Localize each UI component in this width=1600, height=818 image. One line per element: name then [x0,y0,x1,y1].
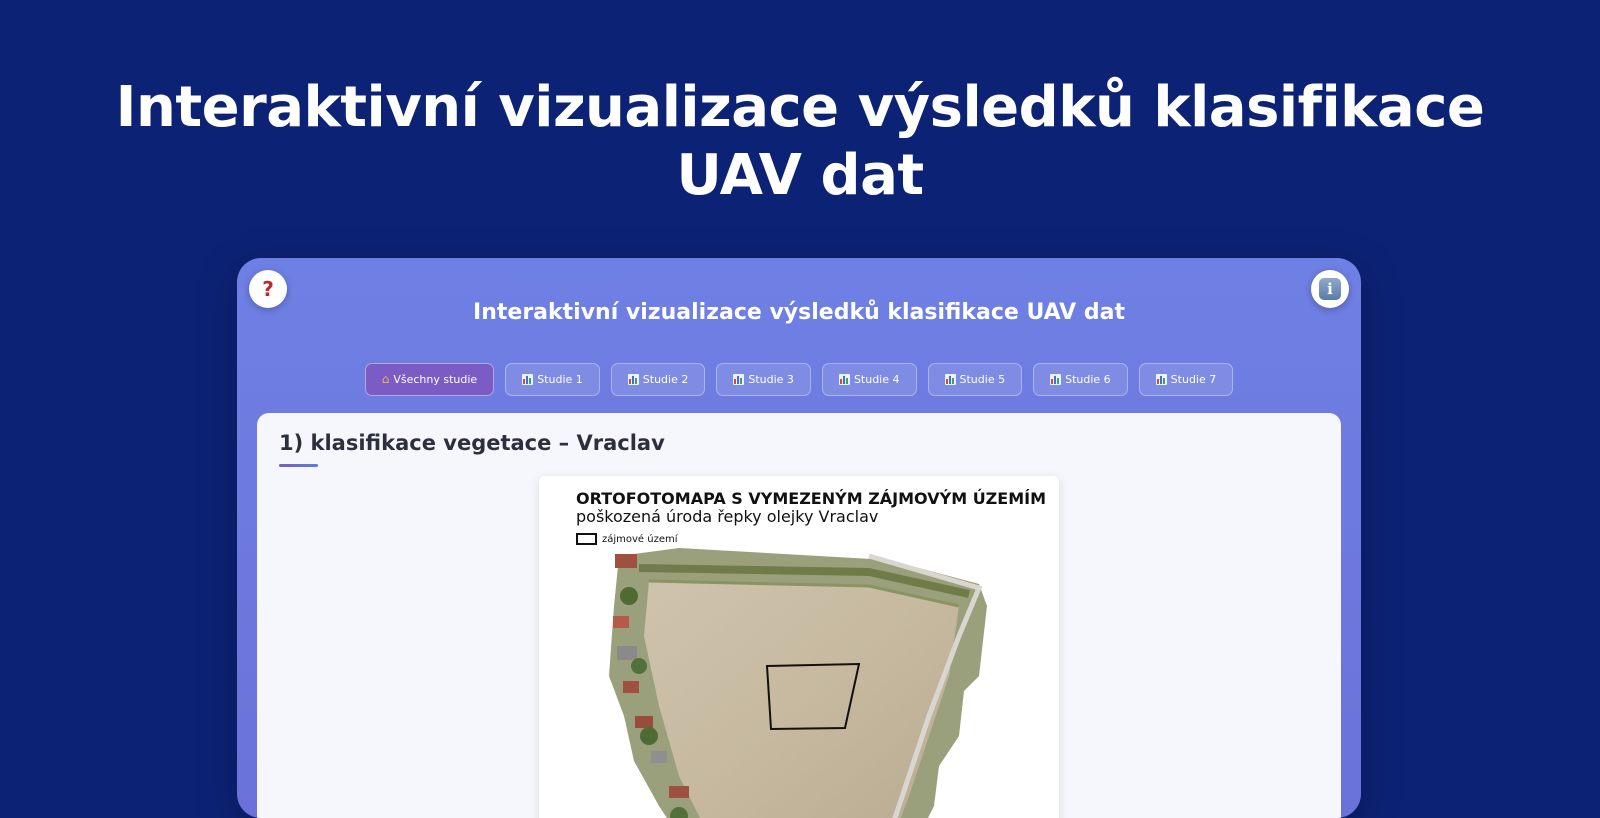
home-icon: ⌂ [381,372,390,386]
bar-chart-icon [1050,374,1062,385]
app-window: ? i Interaktivní vizualizace výsledků kl… [237,258,1361,818]
question-mark-icon: ? [262,277,274,301]
section-underline [279,464,318,467]
tab-label: Studie 6 [1065,373,1111,386]
info-icon: i [1319,278,1341,300]
app-title: Interaktivní vizualizace výsledků klasif… [473,300,1125,325]
content-panel: 1) klasifikace vegetace – Vraclav ORTOFO… [257,413,1341,818]
tab-label: Studie 1 [537,373,583,386]
orthophoto-map-card[interactable]: ORTOFOTOMAPA S VYMEZENÝM ZÁJMOVÝM ÚZEMÍM… [539,476,1059,818]
orthophoto-image [609,548,987,818]
map-subheading: poškozená úroda řepky olejky Vraclav [576,507,879,526]
tab-label: Všechny studie [393,373,478,386]
bar-chart-icon [733,374,745,385]
hero-title: Interaktivní vizualizace výsledků klasif… [0,74,1600,210]
hero-title-line-1: Interaktivní vizualizace výsledků klasif… [115,75,1485,140]
tab-study-4[interactable]: Studie 4 [821,363,917,396]
bar-chart-icon [944,374,956,385]
tab-label: Studie 5 [959,373,1006,386]
hero-title-line-2: UAV dat [676,143,924,208]
tab-label: Studie 2 [642,373,689,386]
map-heading: ORTOFOTOMAPA S VYMEZENÝM ZÁJMOVÝM ÚZEMÍM [576,489,1047,508]
map-legend: zájmové území [576,533,678,545]
tab-study-1[interactable]: Studie 1 [505,363,600,396]
legend-swatch [576,533,597,545]
tab-all-studies[interactable]: ⌂ Všechny studie [364,363,495,396]
tab-study-3[interactable]: Studie 3 [716,363,811,396]
section-title: 1) klasifikace vegetace – Vraclav [279,431,665,455]
tab-study-7[interactable]: Studie 7 [1138,363,1234,396]
tab-label: Studie 3 [748,373,794,386]
bar-chart-icon [1155,374,1167,385]
legend-label: zájmové území [602,533,678,545]
tab-study-6[interactable]: Studie 6 [1033,363,1128,396]
bar-chart-icon [627,374,639,385]
tab-study-2[interactable]: Studie 2 [610,363,706,396]
tab-study-5[interactable]: Studie 5 [927,363,1023,396]
bar-chart-icon [838,374,850,385]
tab-label: Studie 7 [1170,373,1217,386]
tab-label: Studie 4 [853,373,900,386]
study-tabs: ⌂ Všechny studie Studie 1 Studie 2 Studi… [237,363,1361,396]
bar-chart-icon [522,374,534,385]
